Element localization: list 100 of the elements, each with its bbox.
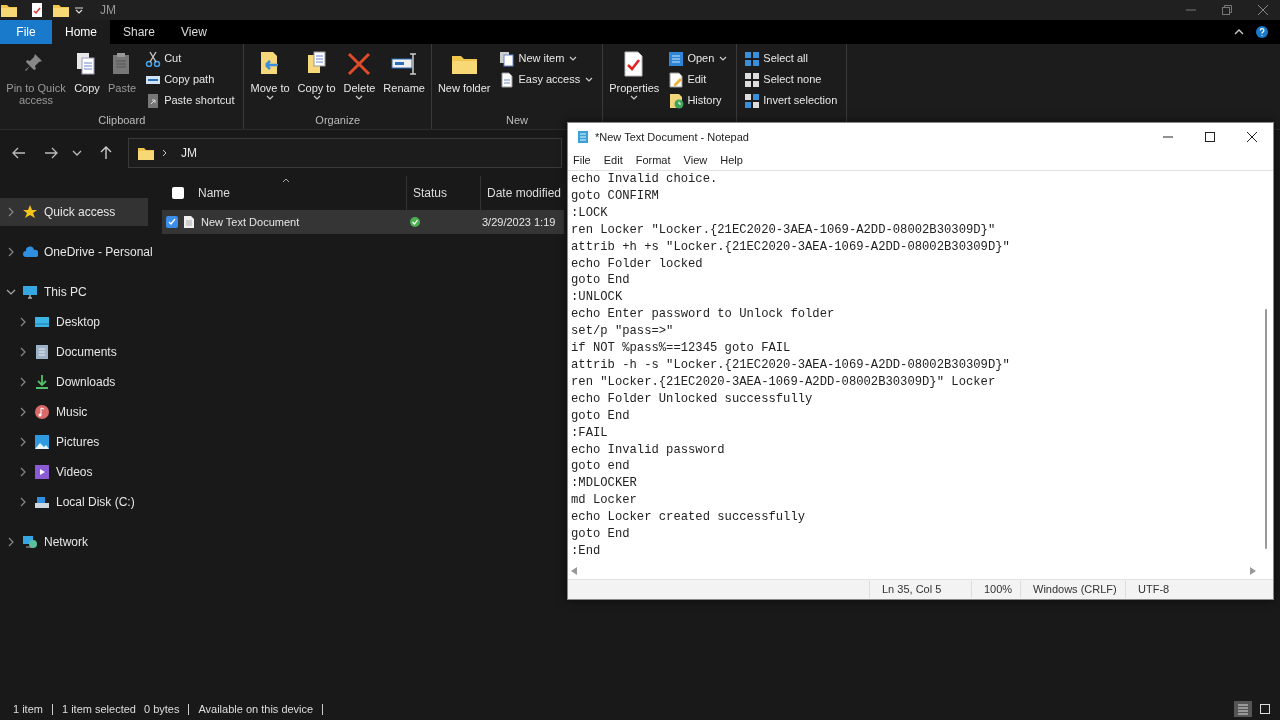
caret-icon	[585, 77, 594, 82]
ribbon-button[interactable]: Edit	[668, 70, 728, 89]
nav-item[interactable]: Pictures	[0, 428, 148, 456]
edit-icon	[668, 71, 685, 88]
ribbon-button[interactable]: Open	[668, 49, 728, 68]
sort-ascending-icon	[282, 178, 290, 183]
code-line: echo Invalid password	[571, 441, 725, 459]
file-name: New Text Document	[201, 214, 301, 230]
nav-item[interactable]: Music	[0, 398, 148, 426]
back-icon	[12, 147, 26, 159]
nav-item[interactable]: Desktop	[0, 308, 148, 336]
up-icon	[100, 146, 112, 160]
ribbon-button[interactable]: Select none	[744, 70, 838, 89]
expanded-chevron-icon	[6, 287, 16, 297]
invert-selection-icon	[744, 92, 761, 109]
ribbon-group-label: Clipboard	[97, 113, 147, 128]
nav-item[interactable]: Documents	[0, 338, 148, 366]
chevron-icon	[18, 437, 28, 447]
ribbon-tab[interactable]: File	[0, 20, 52, 44]
code-line: ren Locker "Locker.{21EC2020-3AEA-1069-A2DD-08002B30309D}"	[571, 221, 996, 239]
ribbon-button[interactable]: New folder	[434, 49, 494, 113]
chevron-icon	[18, 347, 28, 357]
ribbon-button[interactable]: New item	[499, 49, 594, 68]
help-icon	[1256, 26, 1268, 38]
caret-icon	[266, 95, 275, 100]
ribbon-button[interactable]: Paste shortcut	[145, 91, 235, 110]
chevron-icon	[18, 467, 28, 477]
ribbon-button[interactable]: Properties	[606, 49, 663, 113]
synced-icon	[410, 217, 420, 227]
ribbon-button[interactable]: Copy path	[145, 70, 235, 89]
window-title: *New Text Document - Notepad	[595, 129, 749, 145]
ribbon-button[interactable]: Cut	[145, 49, 235, 68]
ribbon-group-label: New	[505, 113, 530, 128]
menu-item[interactable]: Edit	[603, 152, 623, 169]
address-bar[interactable]: JM	[128, 138, 562, 168]
chevron-icon	[6, 247, 16, 257]
ribbon-button[interactable]: History	[668, 91, 728, 110]
caret-icon	[630, 95, 639, 100]
recent-locations-icon	[72, 150, 82, 156]
date-modified: 3/29/2023 1:19	[482, 214, 556, 230]
new-item-icon	[499, 50, 516, 67]
ribbon-tab[interactable]: Share	[110, 20, 169, 44]
menu-item[interactable]: Format	[635, 152, 671, 169]
status-text: UTF-8	[1125, 581, 1225, 598]
nav-item[interactable]: Quick access	[0, 198, 148, 226]
breadcrumb[interactable]: JM	[181, 144, 197, 162]
column-header[interactable]: Name	[192, 176, 406, 210]
music-icon	[34, 404, 50, 420]
status-text: Available on this device	[198, 701, 314, 717]
chevron-icon	[18, 317, 28, 327]
folder-icon	[52, 2, 70, 18]
ribbon-button[interactable]: Copy	[71, 49, 103, 113]
nav-item[interactable]: Videos	[0, 458, 148, 486]
menu-item[interactable]: File	[573, 152, 591, 169]
select-all-checkbox[interactable]	[172, 187, 184, 199]
ribbon-tab[interactable]: View	[168, 20, 220, 44]
delete-icon	[346, 51, 373, 77]
ribbon-button[interactable]: Easy access	[499, 70, 594, 89]
document-icon	[499, 71, 516, 88]
code-line: goto End	[571, 407, 630, 425]
select-none-icon	[744, 71, 761, 88]
ribbon-button[interactable]: Copy to	[294, 49, 339, 113]
nav-item[interactable]: Downloads	[0, 368, 148, 396]
checkbox[interactable]	[166, 216, 178, 228]
ribbon-button[interactable]: Move to	[247, 49, 293, 113]
history-icon	[668, 92, 685, 109]
desktop-icon	[34, 314, 50, 330]
code-line: echo Folder Unlocked successfully	[571, 390, 813, 408]
close-icon	[1258, 5, 1268, 15]
code-line: if NOT %pass%==12345 goto FAIL	[571, 340, 791, 357]
code-line: attrib -h -s "Locker.{21EC2020-3AEA-1069-A2DD-08002B30309D}"	[571, 356, 1010, 374]
caret-icon	[312, 95, 321, 100]
caret-icon	[719, 56, 728, 61]
code-line: echo Invalid choice.	[571, 171, 718, 188]
status-text: Ln 35, Col 5	[869, 581, 971, 598]
menu-item[interactable]: View	[683, 152, 708, 169]
ribbon-button[interactable]: Invert selection	[744, 91, 838, 110]
close-icon	[1247, 132, 1257, 142]
document-icon	[34, 344, 50, 360]
code-line: :LOCK	[571, 204, 608, 222]
scissors-icon	[145, 50, 162, 67]
code-line: ren "Locker.{21EC2020-3AEA-1069-A2DD-08002B30309D}" Locker	[571, 373, 996, 391]
ribbon-button[interactable]: Select all	[744, 49, 838, 68]
rename-icon	[391, 51, 418, 77]
nav-item[interactable]: Network	[0, 528, 148, 556]
scrollbar-thumb[interactable]	[1265, 309, 1267, 549]
menu-item[interactable]: Help	[720, 152, 743, 169]
maximize-icon	[1205, 132, 1215, 142]
restore-icon	[1222, 5, 1232, 15]
chevron-icon	[6, 207, 16, 217]
ribbon-button[interactable]: Delete	[340, 49, 379, 113]
nav-item[interactable]: Local Disk (C:)	[0, 488, 148, 516]
ribbon-tab[interactable]: Home	[52, 20, 110, 44]
caret-icon	[569, 56, 578, 61]
scroll-left-icon	[571, 567, 577, 575]
ribbon-button[interactable]: Rename	[380, 49, 428, 113]
drive-icon	[34, 494, 50, 510]
nav-item[interactable]: This PC	[0, 278, 148, 306]
code-line: goto End	[571, 526, 630, 543]
file-row[interactable]: New Text Document 3/29/2023 1:19	[162, 210, 564, 234]
